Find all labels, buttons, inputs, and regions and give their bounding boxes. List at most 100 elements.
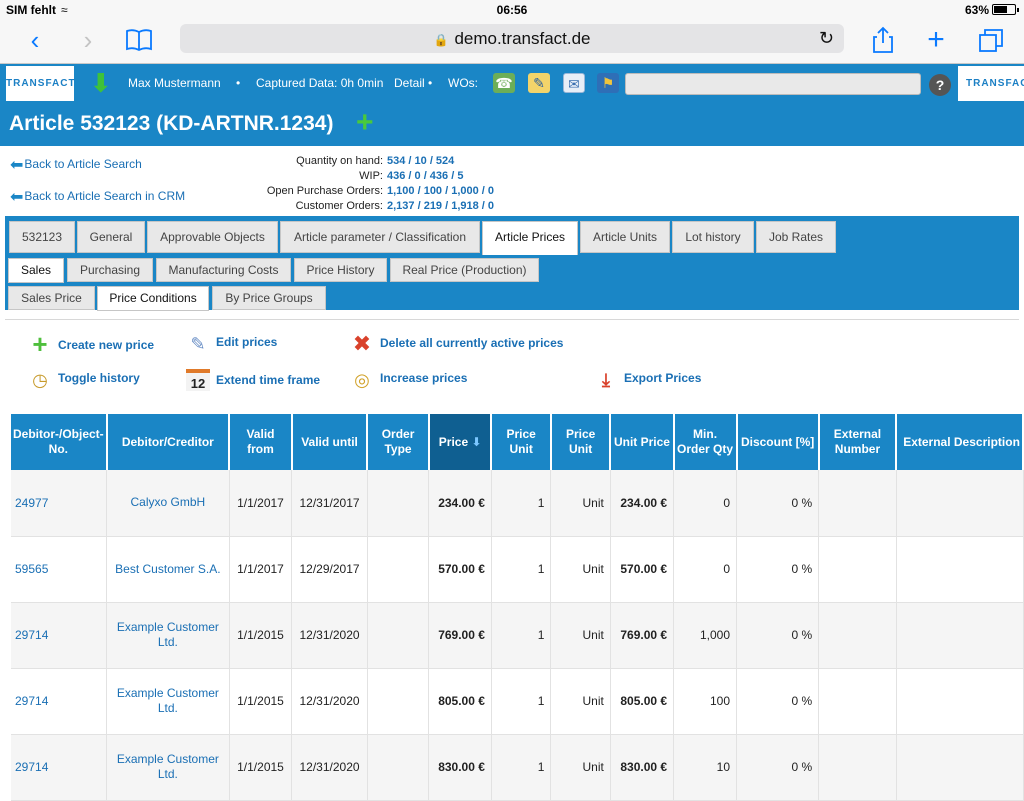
- min-order-qty: 10: [673, 734, 738, 801]
- min-order-qty: 100: [673, 668, 738, 735]
- table-row[interactable]: 29714 Example Customer Ltd. 1/1/2015 12/…: [11, 734, 1024, 801]
- column-header[interactable]: Min. Order Qty: [673, 414, 738, 470]
- detail-link[interactable]: Detail •: [394, 76, 432, 90]
- debitor-number-link[interactable]: 29714: [11, 602, 108, 669]
- external-number: [818, 668, 897, 735]
- help-icon[interactable]: ?: [929, 74, 951, 96]
- detail-label: Detail: [394, 76, 425, 90]
- increase-prices-label: Increase prices: [380, 371, 468, 385]
- reload-icon[interactable]: ↻: [819, 24, 834, 53]
- notepad-icon[interactable]: ✎: [528, 73, 550, 93]
- tabs-icon[interactable]: [976, 27, 1006, 57]
- debitor-number-link[interactable]: 29714: [11, 668, 108, 735]
- price: 234.00 €: [428, 470, 492, 537]
- price-column-header[interactable]: Price ⬇: [428, 414, 493, 470]
- title-bar: Article 532123 (KD-ARTNR.1234) +: [0, 103, 1024, 146]
- back-icon[interactable]: ‹: [20, 26, 50, 56]
- mail-icon[interactable]: ✉: [563, 73, 585, 93]
- debitor-name[interactable]: Example Customer Ltd.: [106, 602, 230, 669]
- page-title: Article 532123 (KD-ARTNR.1234): [9, 112, 334, 135]
- sub-tabs-2: Sales Price Price Conditions By Price Gr…: [5, 283, 1019, 311]
- create-price-button[interactable]: + Create new price: [28, 331, 155, 357]
- column-header[interactable]: Valid until: [291, 414, 369, 470]
- arrow-left-icon: ⬅: [10, 157, 24, 174]
- new-tab-icon[interactable]: +: [921, 25, 951, 56]
- unit-price: 830.00 €: [610, 734, 675, 801]
- column-header[interactable]: Price Unit: [550, 414, 612, 470]
- table-row[interactable]: 24977 Calyxo GmbH 1/1/2017 12/31/2017 23…: [11, 470, 1024, 537]
- tab-article-parameter[interactable]: Article parameter / Classification: [280, 221, 480, 253]
- tab-article-units[interactable]: Article Units: [580, 221, 670, 253]
- column-header[interactable]: Discount [%]: [736, 414, 820, 470]
- summary-row: Open Purchase Orders: 1,100 / 100 / 1,000…: [220, 185, 720, 197]
- browser-toolbar: ‹ › 🔒 demo.transfact.de ↻ +: [0, 20, 1024, 64]
- separator-dot: •: [236, 76, 241, 90]
- tab-532123[interactable]: 532123: [9, 221, 75, 253]
- column-header[interactable]: Debitor-/Object-No.: [11, 414, 108, 470]
- column-header[interactable]: Valid from: [229, 414, 293, 470]
- table-row[interactable]: 29714 Example Customer Ltd. 1/1/2015 12/…: [11, 668, 1024, 735]
- tab-general[interactable]: General: [77, 221, 145, 253]
- header-search-input[interactable]: [625, 73, 921, 95]
- valid-until: 12/31/2017: [291, 470, 368, 537]
- subtab-purchasing[interactable]: Purchasing: [67, 258, 153, 282]
- captured-data[interactable]: Captured Data: 0h 0min: [256, 76, 383, 90]
- debitor-number-link[interactable]: 24977: [11, 470, 108, 537]
- url-text: demo.transfact.de: [454, 29, 591, 48]
- debitor-number-link[interactable]: 59565: [11, 536, 108, 603]
- column-header[interactable]: Price Unit: [491, 414, 552, 470]
- price: 570.00 €: [428, 536, 492, 603]
- tab-approvable-objects[interactable]: Approvable Objects: [147, 221, 278, 253]
- back-to-article-search-link[interactable]: ⬅Back to Article Search: [10, 155, 142, 175]
- table-row[interactable]: 29714 Example Customer Ltd. 1/1/2015 12/…: [11, 602, 1024, 669]
- debitor-name[interactable]: Calyxo GmbH: [106, 470, 230, 537]
- create-price-label: Create new price: [58, 338, 155, 352]
- phone-icon[interactable]: ☎: [493, 73, 515, 93]
- delete-prices-button[interactable]: ✖ Delete all currently active prices: [350, 333, 564, 355]
- export-prices-button[interactable]: ⤓ Export Prices: [594, 369, 701, 391]
- subtab-price-history[interactable]: Price History: [294, 258, 387, 282]
- tab-lot-history[interactable]: Lot history: [672, 221, 754, 253]
- debitor-number-link[interactable]: 29714: [11, 734, 108, 801]
- summary-value: 436 / 0 / 436 / 5: [387, 170, 464, 182]
- price-unit-qty: 1: [491, 602, 552, 669]
- share-icon[interactable]: [868, 26, 898, 56]
- add-icon[interactable]: +: [356, 108, 374, 138]
- user-name[interactable]: Max Mustermann: [128, 76, 221, 90]
- download-arrow-icon[interactable]: ⬇: [90, 68, 112, 98]
- subtab-by-price-groups[interactable]: By Price Groups: [212, 286, 326, 310]
- toggle-history-button[interactable]: ◷ Toggle history: [28, 369, 140, 391]
- price-unit-qty: 1: [491, 536, 552, 603]
- column-header[interactable]: External Description: [896, 414, 1024, 470]
- forward-icon[interactable]: ›: [73, 26, 103, 56]
- column-header[interactable]: Order Type: [367, 414, 430, 470]
- price: 805.00 €: [428, 668, 492, 735]
- column-header[interactable]: Debitor/Creditor: [106, 414, 231, 470]
- valid-until: 12/29/2017: [291, 536, 368, 603]
- address-bar[interactable]: 🔒 demo.transfact.de ↻: [180, 24, 844, 53]
- column-header[interactable]: Unit Price: [610, 414, 675, 470]
- tab-job-rates[interactable]: Job Rates: [756, 221, 836, 253]
- summary-value: 2,137 / 219 / 1,918 / 0: [387, 200, 495, 212]
- subtab-sales-price[interactable]: Sales Price: [8, 286, 95, 310]
- flag-icon[interactable]: ⚑: [597, 73, 619, 93]
- subtab-sales[interactable]: Sales: [8, 258, 64, 283]
- increase-prices-button[interactable]: ◎ Increase prices: [350, 369, 467, 391]
- back-to-article-search-crm-label: Back to Article Search in CRM: [24, 189, 186, 203]
- edit-prices-button[interactable]: ✎ Edit prices: [186, 333, 277, 355]
- extend-time-frame-button[interactable]: 12 Extend time frame: [186, 369, 320, 391]
- debitor-name[interactable]: Best Customer S.A.: [106, 536, 230, 603]
- debitor-name[interactable]: Example Customer Ltd.: [106, 668, 230, 735]
- subtab-price-conditions[interactable]: Price Conditions: [97, 286, 209, 311]
- min-order-qty: 1,000: [673, 602, 738, 669]
- unit-price: 234.00 €: [610, 470, 675, 537]
- column-header[interactable]: External Number: [818, 414, 898, 470]
- bookmarks-icon[interactable]: [124, 28, 154, 58]
- back-to-article-search-crm-link[interactable]: ⬅Back to Article Search in CRM: [10, 187, 185, 207]
- subtab-manufacturing-costs[interactable]: Manufacturing Costs: [156, 258, 291, 282]
- table-row[interactable]: 59565 Best Customer S.A. 1/1/2017 12/29/…: [11, 536, 1024, 603]
- subtab-real-price[interactable]: Real Price (Production): [390, 258, 539, 282]
- debitor-name[interactable]: Example Customer Ltd.: [106, 734, 230, 801]
- tab-article-prices[interactable]: Article Prices: [482, 221, 578, 255]
- price-unit-qty: 1: [491, 668, 552, 735]
